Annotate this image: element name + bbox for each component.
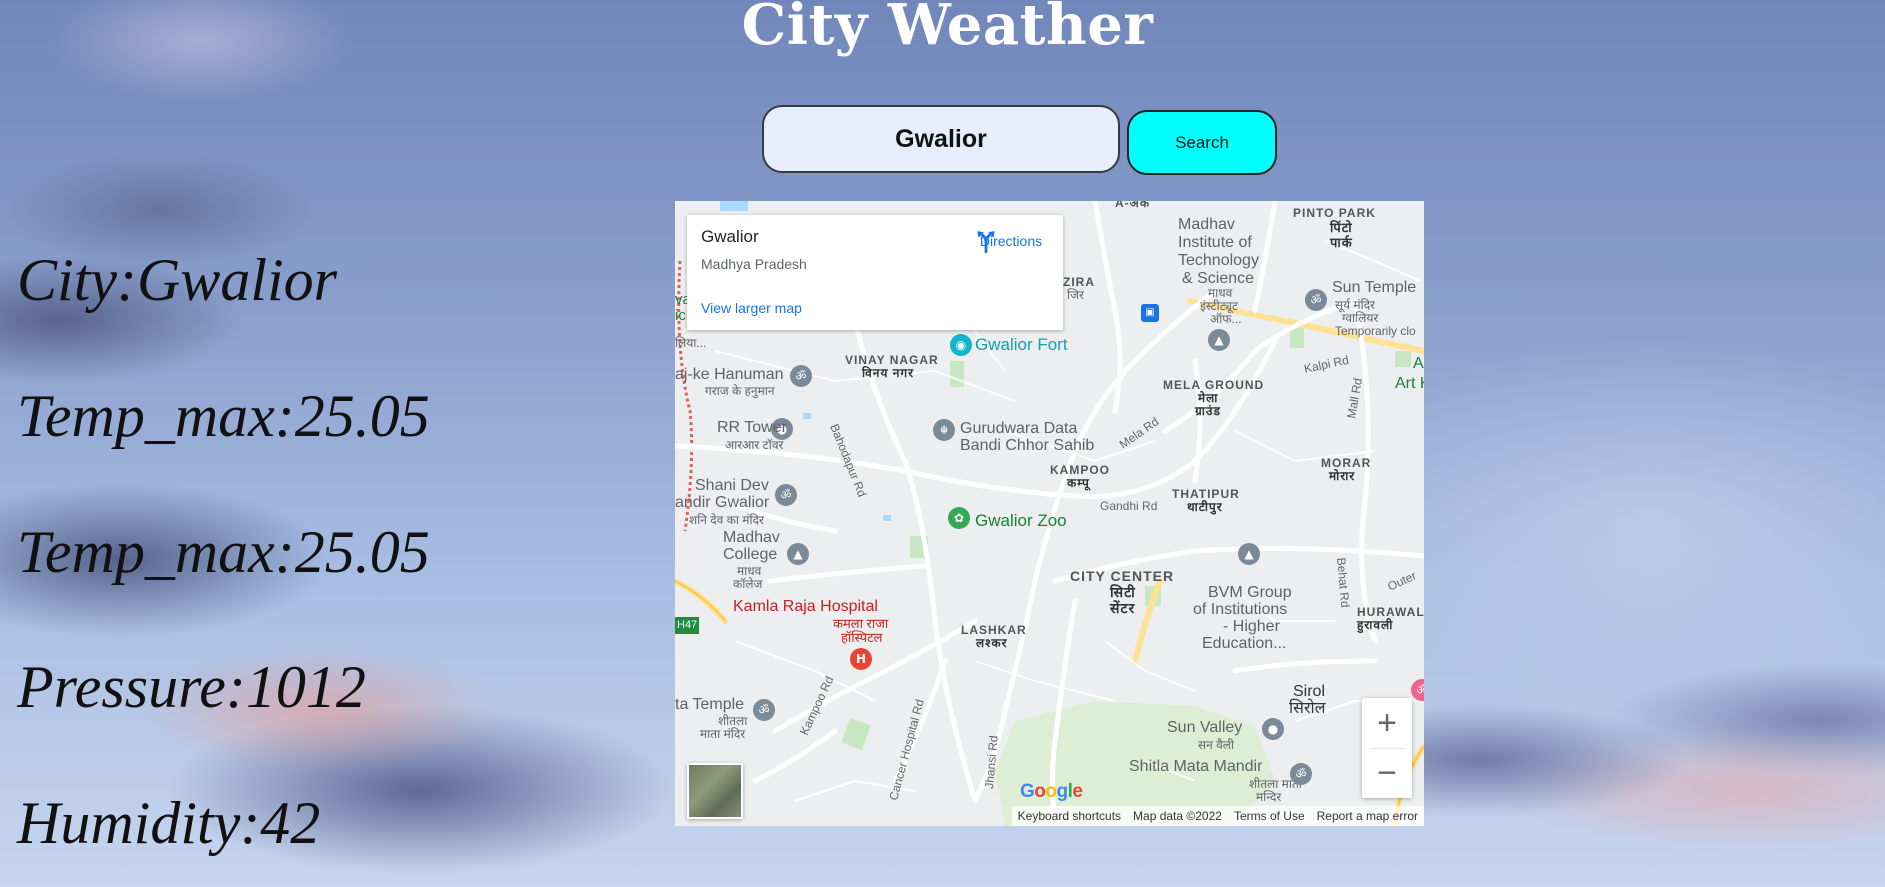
area-label-morar-hi: मोरार [1329,469,1356,483]
road-label-kalpi: Kalpi Rd [1303,353,1350,376]
area-label-city-center: CITY CENTER [1070,568,1175,584]
poi-gurudwara-2[interactable]: Bandi Chhor Sahib [960,437,1094,454]
school-icon-college[interactable]: ▲ [787,543,809,565]
poi-sun-valley-hi: सन वैली [1198,738,1235,752]
poi-hanuman-hi: गराज के हनुमान [705,384,775,398]
school-icon-bvm[interactable]: ▲ [1238,543,1260,565]
road-label-behat: Behat Rd [1334,557,1352,608]
zoom-in-button[interactable]: + [1362,698,1412,748]
poi-art-1[interactable]: A [1413,355,1424,372]
poi-ta-temple-hi-2: माता मंदिर [700,727,746,741]
zoom-control: + − [1362,698,1412,798]
city-search-input[interactable] [762,105,1120,173]
poi-art-2[interactable]: Art K [1395,375,1424,392]
terms-of-use-link[interactable]: Terms of Use [1228,809,1311,823]
area-label-top: A-अक [1115,201,1151,210]
road-label-gandhi: Gandhi Rd [1100,499,1157,513]
temple-icon-sun[interactable]: ॐ [1305,289,1327,311]
gurudwara-icon[interactable]: ☬ [933,419,955,441]
highway-shield: H47 [675,617,700,634]
pin-icon-sun-valley[interactable]: ● [1262,718,1284,740]
directions-button[interactable]: Directions [973,229,1049,253]
place-subtitle: Madhya Pradesh [701,256,807,272]
poi-rr-tower-hi: आरआर टॉवर [725,438,784,452]
poi-gwalior-fort[interactable]: Gwalior Fort [975,336,1068,354]
pressure-text: Pressure:1012 [17,654,366,720]
area-label-mela-ground-hi-2: ग्राउंड [1195,404,1221,418]
poi-bvm-2[interactable]: of Institutions [1193,601,1287,618]
road-label-cancer: Cancer Hospital Rd [886,698,926,802]
area-label-pinto-park-hi-2: पार्क [1330,235,1353,250]
google-logo: Google [1020,781,1083,802]
poi-sun-temple-status: Temporarily clo [1335,324,1416,338]
google-map-embed[interactable]: Kalpi Rd Mall Rd Mela Rd Gandhi Rd Behat… [675,201,1424,826]
humidity-text: Humidity:42 [17,790,321,856]
poi-bvm[interactable]: BVM Group [1208,584,1292,601]
map-data-text: Map data ©2022 [1133,809,1222,823]
poi-sun-temple[interactable]: Sun Temple [1332,279,1416,296]
poi-madhav-institute[interactable]: Madhav [1178,216,1235,234]
area-label-lashkar-hi: लश्कर [976,636,1008,650]
view-larger-map-link[interactable]: View larger map [701,300,802,316]
road-label-mall: Mall Rd [1344,377,1365,420]
area-label-hurawali-hi: हुरावली [1357,618,1394,632]
temp-max-text-2: Temp_max:25.05 [17,519,430,585]
poi-left-cut-3: लिया... [675,336,707,350]
camera-icon[interactable]: ◉ [950,334,972,356]
poi-shani-dev[interactable]: Shani Dev [695,477,769,494]
poi-bvm-3[interactable]: - Higher [1223,618,1280,635]
report-map-error-link[interactable]: Report a map error [1311,809,1424,823]
poi-madhav-institute-hi-3: ऑफ... [1210,312,1242,326]
map-place-card: Gwalior Madhya Pradesh View larger map D… [687,215,1063,330]
paw-icon[interactable]: ✿ [948,507,970,529]
temple-icon-shani[interactable]: ॐ [775,484,797,506]
temple-icon[interactable]: ॐ [790,365,812,387]
poi-madhav-college[interactable]: Madhav [723,529,780,546]
search-button[interactable]: Search [1127,110,1277,175]
area-label-city-center-hi: सिटी [1110,584,1136,600]
area-label-sirol-hi: सिरोल [1289,700,1326,717]
keyboard-shortcuts-link[interactable]: Keyboard shortcuts [1012,809,1127,823]
poi-madhav-institute-3[interactable]: Technology [1178,252,1259,270]
area-label-city-center-hi-2: सेंटर [1110,600,1136,616]
temple-icon-shitla[interactable]: ॐ [1290,763,1312,785]
city-text: City:Gwalior [17,247,338,313]
hospital-icon[interactable]: H [850,648,872,670]
poi-madhav-institute-2[interactable]: Institute of [1178,234,1252,252]
poi-left-cut-2: ic [675,307,686,324]
area-label-zira-hi: जिर [1067,288,1084,302]
poi-kamla-raja-hospital[interactable]: Kamla Raja Hospital [733,598,878,616]
poi-rr-tower[interactable]: RR Tower [717,419,787,436]
area-label-thatipur-hi: थाटीपुर [1187,500,1223,514]
area-label-sirol: Sirol [1293,683,1326,700]
zoom-out-button[interactable]: − [1362,748,1412,798]
school-icon[interactable]: ▲ [1208,329,1230,351]
poi-shani-dev-2[interactable]: andir Gwalior [675,494,769,511]
poi-bvm-4[interactable]: Education... [1202,635,1287,652]
road-label-outer: Outer [1385,568,1418,593]
poi-ta-temple[interactable]: ta Temple [675,696,744,713]
poi-hanuman[interactable]: aj-ke Hanuman [675,366,784,383]
area-label-kampoo-hi: कम्पू [1067,476,1090,490]
temp-max-text: Temp_max:25.05 [17,383,430,449]
poi-gwalior-zoo[interactable]: Gwalior Zoo [975,512,1067,530]
poi-madhav-college-hi-2: कॉलेज [733,577,763,591]
poi-shani-dev-hi: शनि देव का मंदिर [689,513,764,527]
poi-gurudwara[interactable]: Gurudwara Data [960,420,1077,437]
road-label-kampoo: Kampoo Rd [797,674,836,737]
metro-icon[interactable]: ▣ [1141,304,1159,322]
directions-icon [977,231,995,253]
poi-madhav-college-2[interactable]: College [723,546,777,563]
area-label-vinay-nagar-hi: विनय नगर [862,366,915,380]
temple-icon-ta[interactable]: ॐ [753,699,775,721]
map-attribution: Keyboard shortcuts Map data ©2022 Terms … [1011,806,1424,826]
place-title: Gwalior [701,227,759,246]
poi-shitla-mata[interactable]: Shitla Mata Mandir [1129,758,1262,775]
poi-shitla-mata-hi-2: मन्दिर [1256,790,1282,804]
poi-sun-valley[interactable]: Sun Valley [1167,719,1242,736]
satellite-toggle[interactable] [687,763,743,819]
page-title: City Weather [741,0,1154,58]
poi-kamla-raja-hi-2: हॉस्पिटल [841,630,883,645]
